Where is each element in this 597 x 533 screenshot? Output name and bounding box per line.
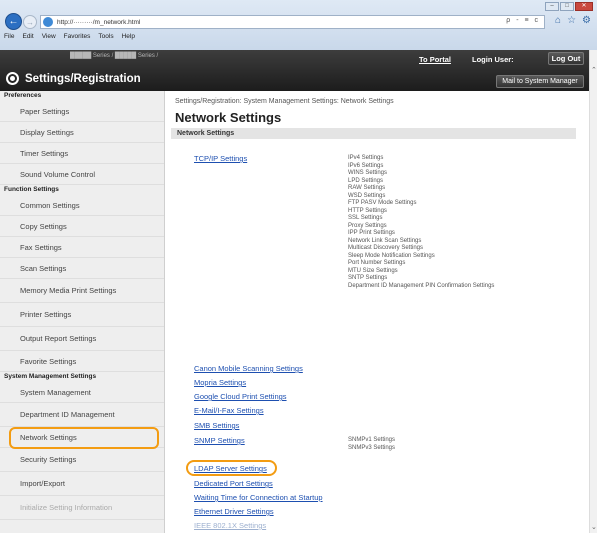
sub-raw-settings: RAW Settings: [348, 185, 386, 191]
app-title: Settings/Registration: [6, 72, 141, 85]
login-user-label: Login User:: [472, 55, 514, 64]
scroll-up-icon[interactable]: ⌃: [591, 66, 597, 74]
sidebar: Preferences Paper Settings Display Setti…: [0, 91, 165, 533]
tcpip-settings-link[interactable]: TCP/IP Settings: [194, 154, 247, 163]
sidebar-item-scan-settings[interactable]: Scan Settings: [0, 258, 164, 279]
sub-ssl-settings: SSL Settings: [348, 215, 383, 221]
main-content: Settings/Registration: System Management…: [166, 91, 589, 533]
sidebar-item-common-settings[interactable]: Common Settings: [0, 195, 164, 216]
home-icon[interactable]: ⌂: [555, 15, 561, 26]
sidebar-item-memory-media-print-settings[interactable]: Memory Media Print Settings: [0, 279, 164, 303]
menu-help[interactable]: Help: [122, 32, 135, 41]
sub-lpd-settings: LPD Settings: [348, 177, 384, 184]
vertical-scrollbar[interactable]: ⌃ ⌄: [589, 50, 597, 533]
log-out-button[interactable]: Log Out: [548, 52, 584, 65]
canon-mobile-scanning-settings-link[interactable]: Canon Mobile Scanning Settings: [194, 364, 303, 373]
google-cloud-print-settings-link[interactable]: Google Cloud Print Settings: [194, 392, 287, 401]
browser-chrome: – □ ✕ ← → http://·········/m_network.htm…: [0, 0, 597, 50]
email-ifax-settings-link[interactable]: E-Mail/I-Fax Settings: [194, 406, 264, 415]
sidebar-item-network-settings[interactable]: Network Settings: [0, 427, 164, 449]
app-title-text: Settings/Registration: [25, 72, 141, 85]
tcpip-subsettings-list: IPv4 Settings IPv6 Settings WINS Setting…: [348, 155, 494, 290]
favorites-icon[interactable]: ☆: [567, 15, 576, 26]
arrow-left-icon: ←: [8, 16, 19, 27]
window-controls: – □ ✕: [545, 2, 593, 11]
minimize-icon[interactable]: –: [545, 2, 559, 11]
model-name: █████ Series / █████ Series /: [70, 53, 159, 59]
to-portal-link[interactable]: To Portal: [419, 55, 451, 64]
menu-tools[interactable]: Tools: [98, 32, 113, 41]
ieee-8021x-settings-link[interactable]: IEEE 802.1X Settings: [194, 521, 266, 530]
close-icon[interactable]: ✕: [575, 2, 593, 11]
sub-http-settings: HTTP Settings: [348, 207, 387, 214]
sub-department-id-pin-settings: Department ID Management PIN Confirmatio…: [348, 282, 495, 289]
sidebar-item-copy-settings[interactable]: Copy Settings: [0, 216, 164, 237]
sidebar-item-import-export[interactable]: Import/Export: [0, 472, 164, 496]
smb-settings-link[interactable]: SMB Settings: [194, 421, 239, 430]
sub-network-link-scan-settings: Network Link Scan Settings: [348, 237, 422, 244]
forward-button[interactable]: →: [23, 15, 37, 29]
sidebar-item-fax-settings[interactable]: Fax Settings: [0, 237, 164, 258]
menu-file[interactable]: File: [4, 32, 14, 41]
sidebar-item-favorite-settings[interactable]: Favorite Settings: [0, 351, 164, 372]
sub-wins-settings: WINS Settings: [348, 170, 388, 176]
mail-to-system-manager-button[interactable]: Mail to System Manager: [496, 75, 584, 88]
gear-icon[interactable]: ⚙: [582, 15, 591, 26]
page-icon: [43, 17, 53, 27]
sub-snmpv3-settings: SNMPv3 Settings: [348, 444, 396, 451]
sub-multicast-discovery-settings: Multicast Discovery Settings: [348, 245, 424, 251]
maximize-icon[interactable]: □: [560, 2, 574, 11]
menu-favorites[interactable]: Favorites: [64, 32, 91, 41]
address-bar[interactable]: http://·········/m_network.html ρ - ≡ c: [40, 15, 545, 29]
sidebar-item-initialize-setting-information[interactable]: Initialize Setting Information: [0, 496, 164, 520]
address-text[interactable]: http://·········/m_network.html: [57, 19, 140, 26]
sidebar-item-output-report-settings[interactable]: Output Report Settings: [0, 327, 164, 351]
sidebar-item-timer-settings[interactable]: Timer Settings: [0, 143, 164, 164]
ethernet-driver-settings-link[interactable]: Ethernet Driver Settings: [194, 507, 274, 516]
sub-ftp-pasv-settings: FTP PASV Mode Settings: [348, 200, 417, 206]
sidebar-item-department-id-management[interactable]: Department ID Management: [0, 403, 164, 427]
snmp-subsettings-list: SNMPv1 Settings SNMPv3 Settings: [348, 437, 395, 452]
sub-sleep-mode-notification-settings: Sleep Mode Notification Settings: [348, 252, 435, 259]
breadcrumb: Settings/Registration: System Management…: [175, 98, 394, 105]
sidebar-item-sound-volume-control[interactable]: Sound Volume Control: [0, 164, 164, 185]
sidebar-heading-function-settings: Function Settings: [4, 186, 59, 193]
app-header: █████ Series / █████ Series / Settings/R…: [0, 50, 589, 91]
scroll-down-icon[interactable]: ⌄: [591, 523, 597, 531]
highlight-ring: [9, 427, 159, 449]
sub-sntp-settings: SNTP Settings: [348, 275, 388, 281]
toolbar-icons: ⌂ ☆ ⚙: [555, 15, 591, 26]
arrow-right-icon: →: [26, 17, 34, 27]
sidebar-item-printer-settings[interactable]: Printer Settings: [0, 303, 164, 327]
sub-wsd-settings: WSD Settings: [348, 192, 386, 199]
sub-proxy-settings: Proxy Settings: [348, 222, 387, 229]
section-header-network-settings: Network Settings: [171, 128, 576, 139]
dedicated-port-settings-link[interactable]: Dedicated Port Settings: [194, 479, 273, 488]
menu-bar: File Edit View Favorites Tools Help: [0, 32, 597, 41]
sidebar-heading-system-management-settings: System Management Settings: [4, 373, 97, 380]
snmp-settings-link[interactable]: SNMP Settings: [194, 436, 245, 445]
menu-edit[interactable]: Edit: [22, 32, 33, 41]
sub-ipp-print-settings: IPP Print Settings: [348, 230, 395, 236]
highlight-ring-ldap: [186, 460, 277, 476]
sub-ipv6-settings: IPv6 Settings: [348, 162, 384, 169]
mopria-settings-link[interactable]: Mopria Settings: [194, 378, 246, 387]
sidebar-item-paper-settings[interactable]: Paper Settings: [0, 101, 164, 122]
back-button[interactable]: ←: [5, 13, 22, 30]
sidebar-item-display-settings[interactable]: Display Settings: [0, 122, 164, 143]
settings-icon: [6, 72, 19, 85]
menu-view[interactable]: View: [42, 32, 56, 41]
sub-ipv4-settings: IPv4 Settings: [348, 155, 384, 161]
sidebar-item-system-management[interactable]: System Management: [0, 382, 164, 403]
waiting-time-connection-link[interactable]: Waiting Time for Connection at Startup: [194, 493, 323, 502]
page-title: Network Settings: [175, 110, 282, 125]
sub-snmpv1-settings: SNMPv1 Settings: [348, 437, 396, 443]
sub-mtu-size-settings: MTU Size Settings: [348, 267, 398, 274]
sidebar-item-security-settings[interactable]: Security Settings: [0, 448, 164, 472]
address-controls[interactable]: ρ - ≡ c: [506, 17, 540, 24]
sub-port-number-settings: Port Number Settings: [348, 260, 406, 266]
sidebar-heading-preferences: Preferences: [4, 92, 42, 99]
